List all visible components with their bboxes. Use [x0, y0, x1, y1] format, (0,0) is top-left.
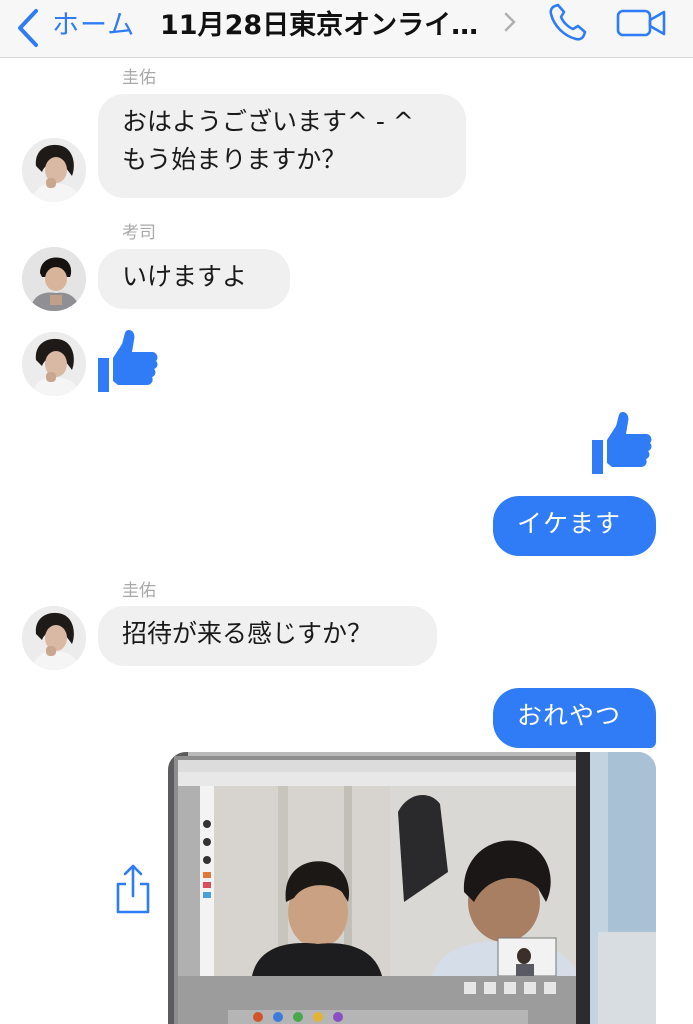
chat-header: ホーム 11月28日東京オンライ…	[0, 0, 693, 58]
avatar[interactable]	[22, 606, 86, 670]
message-bubble[interactable]: おれやつ	[493, 688, 656, 748]
conversation-title[interactable]: 11月28日東京オンライ…	[160, 3, 478, 42]
message-bubble[interactable]: おはようございます^ - ^ もう始まりますか？	[98, 94, 466, 198]
message-line: もう始まりますか？	[122, 145, 347, 174]
chevron-right-icon[interactable]	[503, 12, 517, 32]
message-line: おはようございます^ - ^	[122, 107, 414, 136]
phone-icon[interactable]	[546, 2, 588, 44]
avatar[interactable]	[22, 138, 86, 202]
avatar[interactable]	[22, 332, 86, 396]
like-icon[interactable]	[590, 410, 654, 476]
video-icon[interactable]	[616, 8, 668, 38]
photo-message[interactable]	[168, 752, 656, 1024]
avatar[interactable]	[22, 247, 86, 311]
message-bubble[interactable]: 招待が来る感じすか？	[98, 606, 437, 666]
like-icon[interactable]	[96, 328, 160, 394]
back-button[interactable]: ホーム	[52, 3, 135, 42]
message-line: いけますよ	[122, 262, 248, 291]
chevron-left-icon[interactable]	[16, 8, 40, 48]
sender-name: 考司	[122, 223, 156, 243]
sender-name: 圭佑	[122, 68, 156, 88]
sender-name: 圭佑	[122, 581, 156, 601]
message-bubble[interactable]: いけますよ	[98, 249, 290, 309]
message-bubble[interactable]: イケます	[493, 496, 656, 556]
message-line: 招待が来る感じすか？	[122, 619, 373, 648]
video-call-screenshot	[168, 752, 656, 1024]
share-icon[interactable]	[114, 862, 152, 914]
